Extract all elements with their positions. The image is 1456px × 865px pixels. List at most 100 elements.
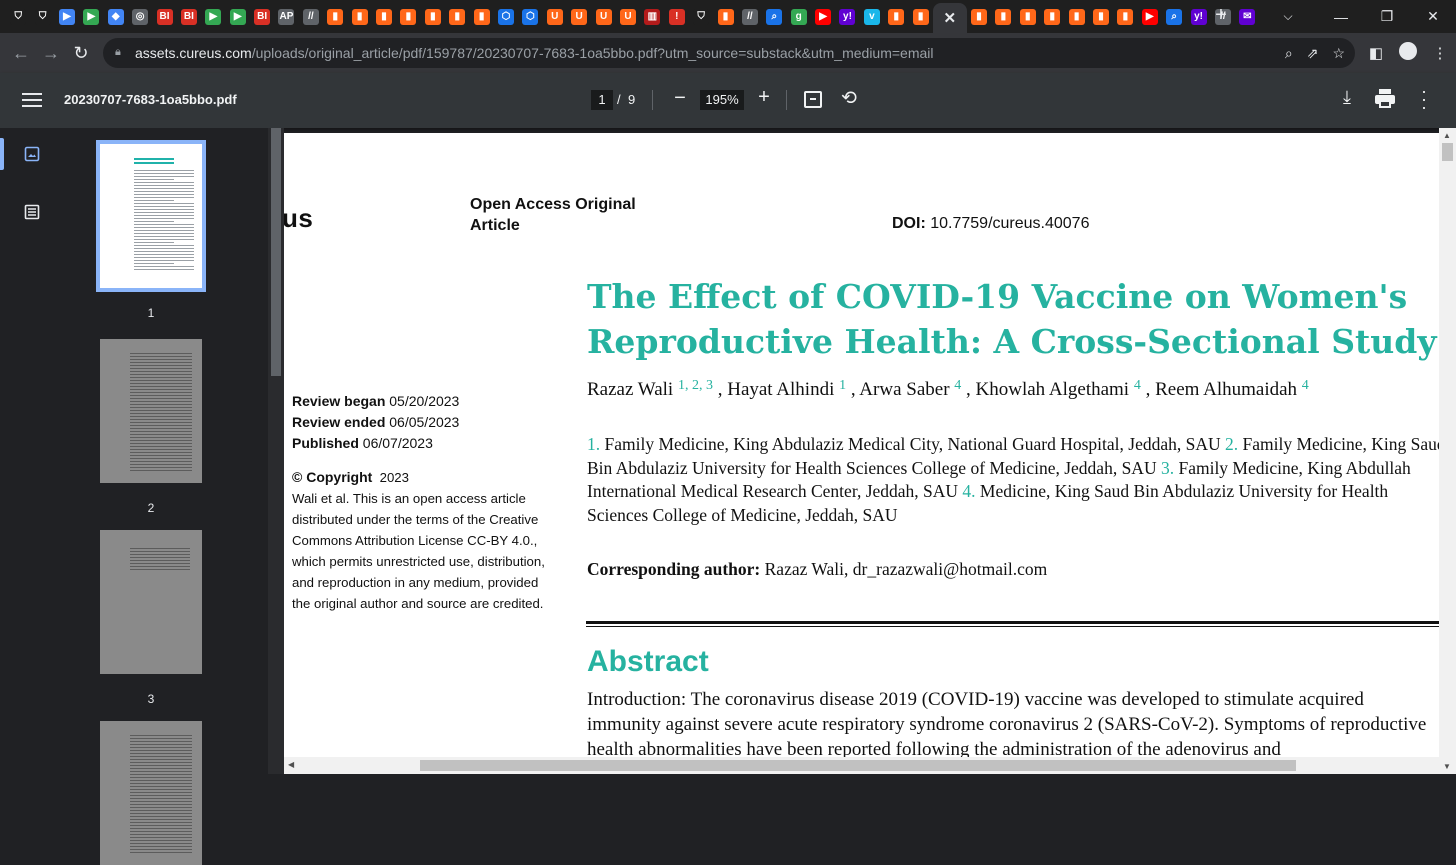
scroll-down-arrow-icon[interactable]: ▼ (1443, 762, 1451, 771)
browser-tab[interactable]: ▥ (640, 4, 664, 30)
rotate-icon[interactable]: ⟲ (838, 87, 860, 111)
zoom-icon[interactable]: ⌕ (1285, 45, 1293, 62)
address-bar[interactable]: 🔒︎ assets.cureus.com/uploads/original_ar… (103, 38, 1355, 68)
browser-tab[interactable]: AP (274, 4, 298, 30)
browser-tab[interactable]: ▮ (991, 4, 1015, 30)
zoom-in-button[interactable]: + (754, 86, 774, 110)
browser-tab[interactable]: ⛉ (6, 4, 30, 30)
browser-tab[interactable]: y! (835, 4, 859, 30)
browser-tab[interactable]: ▮ (1113, 4, 1137, 30)
browser-tab[interactable]: BI (250, 4, 274, 30)
browser-tab[interactable]: ▮ (445, 4, 469, 30)
thumbnails-icon[interactable] (24, 146, 40, 162)
browser-tab[interactable]: U (591, 4, 615, 30)
document-horizontal-scrollbar[interactable]: ◀ (284, 757, 1439, 774)
browser-tab[interactable]: ▶ (201, 4, 225, 30)
browser-tab[interactable]: ▮ (1064, 4, 1088, 30)
download-icon[interactable]: ⤓ (1336, 87, 1358, 108)
browser-tab[interactable]: v (860, 4, 884, 30)
bi-tab-icon: BI (156, 8, 173, 25)
active-tab[interactable]: ✕ (932, 3, 967, 33)
author-affiliation-ref[interactable]: 4 (1302, 378, 1309, 393)
browser-tab[interactable]: g (787, 4, 811, 30)
browser-menu-icon[interactable]: ⋮ (1424, 44, 1456, 62)
close-tab-icon[interactable]: ✕ (942, 10, 958, 27)
browser-tab[interactable]: ▮ (1089, 4, 1113, 30)
browser-tab[interactable]: ▮ (967, 4, 991, 30)
document-hscroll-thumb[interactable] (420, 760, 1296, 771)
page-thumbnail[interactable] (100, 721, 202, 865)
browser-tab[interactable]: ◎ (128, 4, 152, 30)
browser-tab[interactable]: ⛉ (689, 4, 713, 30)
new-tab-button[interactable]: + (1206, 4, 1236, 27)
browser-tab[interactable]: ▮ (713, 4, 737, 30)
tab-search-chevron-icon[interactable]: ⌵ (1258, 9, 1318, 24)
page-thumbnail[interactable] (100, 530, 202, 674)
browser-tab[interactable]: ◆ (104, 4, 128, 30)
sidebar-menu-icon[interactable] (22, 89, 42, 111)
browser-tab[interactable]: ▮ (372, 4, 396, 30)
sidebar-scrollbar[interactable] (268, 128, 284, 774)
page-separator: / (617, 92, 621, 107)
browser-tab[interactable]: ▮ (421, 4, 445, 30)
browser-tab[interactable]: ▶ (1138, 4, 1162, 30)
browser-tab[interactable]: // (738, 4, 762, 30)
affiliation-number: 2. (1220, 434, 1243, 454)
reload-button[interactable]: ↻ (66, 43, 96, 64)
close-window-button[interactable]: ✕ (1410, 8, 1456, 25)
browser-tab[interactable]: ⬡ (494, 4, 518, 30)
browser-tab[interactable]: BI (177, 4, 201, 30)
browser-tab[interactable]: BI (152, 4, 176, 30)
more-actions-icon[interactable]: · · · (1414, 82, 1434, 116)
back-button[interactable]: ← (6, 43, 36, 64)
lock-icon[interactable]: 🔒︎ (115, 46, 127, 60)
scroll-left-arrow-icon[interactable]: ◀ (288, 760, 294, 769)
browser-tab[interactable]: ▮ (1040, 4, 1064, 30)
browser-tab[interactable]: ⌕ (1162, 4, 1186, 30)
restore-button[interactable]: ❐ (1364, 8, 1410, 25)
minimize-button[interactable]: — (1318, 9, 1364, 25)
page-thumbnail[interactable] (100, 339, 202, 483)
sidebar-rail (0, 128, 60, 774)
document-vertical-scrollbar[interactable]: ▲ ▼ (1439, 128, 1456, 774)
bookmark-star-icon[interactable]: ☆ (1332, 45, 1345, 62)
profile-avatar[interactable] (1392, 42, 1424, 64)
sidebar-scroll-thumb[interactable] (271, 128, 281, 376)
browser-tab[interactable]: ⛉ (30, 4, 54, 30)
browser-tab[interactable]: ▶ (226, 4, 250, 30)
browser-tab[interactable]: U (616, 4, 640, 30)
browser-tab[interactable]: ⌕ (762, 4, 786, 30)
browser-tab[interactable]: ▮ (884, 4, 908, 30)
browser-tab[interactable]: ▮ (323, 4, 347, 30)
zoom-level-input[interactable]: 195% (700, 90, 744, 110)
share-icon[interactable]: ⇗ (1307, 45, 1319, 62)
author-affiliation-ref[interactable]: 4 (1134, 378, 1141, 393)
browser-tab[interactable]: ⬡ (518, 4, 542, 30)
browser-tab[interactable]: ▶ (55, 4, 79, 30)
browser-tab[interactable]: ✉ (1235, 4, 1259, 30)
browser-tab[interactable]: ▮ (908, 4, 932, 30)
document-scroll-thumb[interactable] (1442, 143, 1453, 161)
browser-tab[interactable]: // (299, 4, 323, 30)
browser-tab[interactable]: ▶ (79, 4, 103, 30)
outline-icon[interactable] (24, 204, 40, 220)
browser-tab[interactable]: ▶ (811, 4, 835, 30)
scroll-up-arrow-icon[interactable]: ▲ (1443, 131, 1451, 140)
fit-to-page-icon[interactable] (804, 91, 822, 108)
url-text[interactable]: assets.cureus.com/uploads/original_artic… (135, 45, 934, 61)
browser-tab[interactable]: U (567, 4, 591, 30)
page-thumbnail[interactable] (96, 140, 206, 292)
zoom-out-button[interactable]: − (670, 87, 690, 111)
forward-button[interactable]: → (36, 43, 66, 64)
browser-tab[interactable]: ▮ (347, 4, 371, 30)
page-number-input[interactable]: 1 (591, 90, 613, 110)
side-panel-icon[interactable]: ◧ (1360, 44, 1392, 62)
browser-tab[interactable]: U (543, 4, 567, 30)
print-icon[interactable] (1374, 88, 1396, 110)
browser-tab[interactable]: ▮ (396, 4, 420, 30)
browser-tab[interactable]: ! (665, 4, 689, 30)
link-tab-icon: // (741, 8, 758, 25)
browser-tab[interactable]: ▮ (1016, 4, 1040, 30)
browser-tab[interactable]: ▮ (469, 4, 493, 30)
author-affiliation-ref[interactable]: 1, 2, 3 (678, 378, 713, 393)
